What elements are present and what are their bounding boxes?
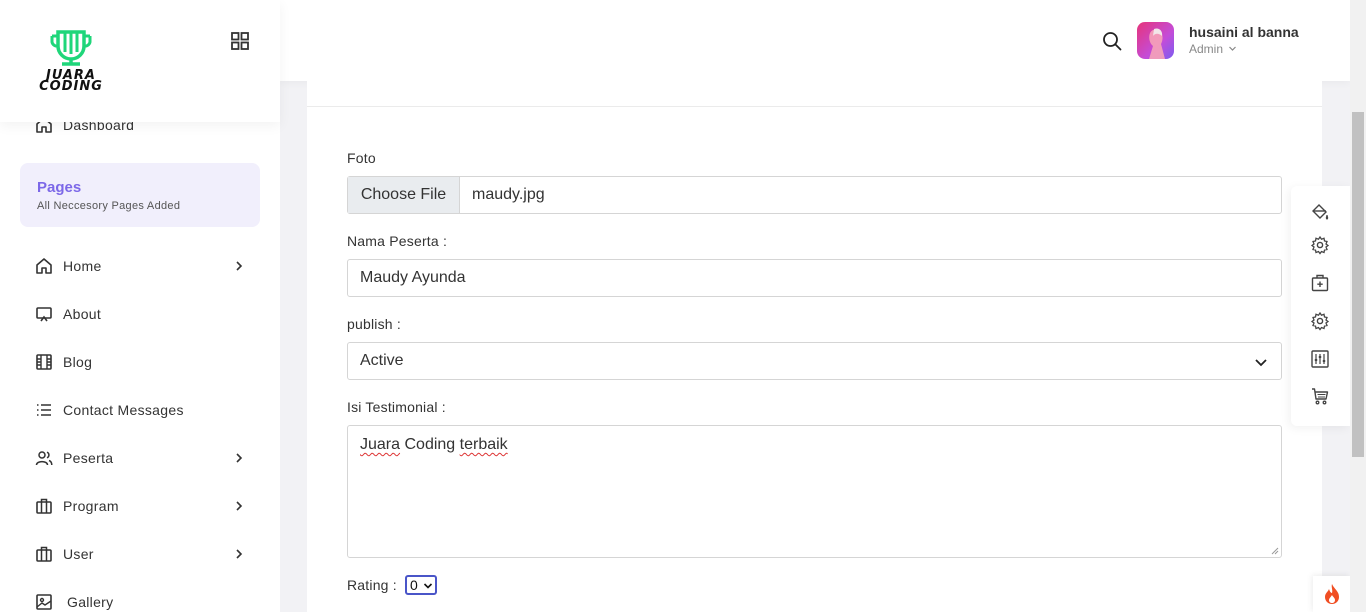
gear-icon[interactable] — [1310, 311, 1330, 331]
choose-file-button[interactable]: Choose File — [348, 177, 460, 213]
gear-icon[interactable] — [1310, 235, 1330, 255]
form-card: Foto Choose File maudy.jpg Nama Peserta … — [307, 81, 1322, 612]
chevron-down-icon — [423, 583, 433, 589]
sidebar-item-label: Home — [63, 258, 102, 274]
sidebar-item-gallery[interactable]: Gallery — [34, 590, 254, 612]
user-role-dropdown[interactable]: Admin — [1189, 42, 1237, 56]
fire-icon — [1324, 584, 1339, 604]
fire-button[interactable] — [1313, 576, 1350, 612]
isi-testimonial-label: Isi Testimonial : — [347, 399, 446, 415]
settings-tool-panel — [1291, 186, 1350, 426]
file-name: maudy.jpg — [472, 186, 545, 203]
sidebar-item-contact-messages[interactable]: Contact Messages — [34, 398, 254, 422]
logo-text: JUARA CODING — [34, 69, 108, 94]
image-icon — [34, 592, 54, 612]
sidebar-item-about[interactable]: About — [34, 302, 254, 326]
sliders-icon[interactable] — [1310, 349, 1330, 369]
briefcase-icon — [34, 544, 54, 564]
sidebar-item-blog[interactable]: Blog — [34, 350, 254, 374]
pages-title: Pages — [37, 179, 82, 196]
nama-peserta-label: Nama Peserta : — [347, 233, 448, 249]
avatar[interactable] — [1137, 22, 1174, 59]
rating-value: 0 — [410, 577, 418, 593]
pages-subtitle: All Neccesory Pages Added — [37, 200, 181, 212]
publish-value: Active — [360, 352, 404, 369]
chevron-right-icon — [236, 549, 243, 559]
logo-text-line2: CODING — [39, 79, 103, 94]
rating-select[interactable]: 0 — [405, 575, 437, 595]
paint-bucket-icon[interactable] — [1310, 202, 1330, 222]
user-name: husaini al banna — [1189, 24, 1299, 40]
chevron-right-icon — [236, 453, 243, 463]
list-icon — [34, 400, 54, 420]
sidebar-item-label: Peserta — [63, 450, 114, 466]
textarea-word: Juara — [360, 436, 401, 453]
briefcase-icon — [34, 496, 54, 516]
sidebar-item-program[interactable]: Program — [34, 494, 254, 518]
logo-area: JUARA CODING — [0, 0, 280, 122]
foto-label: Foto — [347, 150, 376, 166]
sidebar-item-label: Gallery — [67, 594, 114, 610]
foto-file-input[interactable]: Choose File maudy.jpg — [347, 176, 1282, 214]
sidebar-item-user[interactable]: User — [34, 542, 254, 566]
cart-icon[interactable] — [1310, 386, 1330, 406]
textarea-word: Coding — [404, 436, 456, 453]
sidebar: JUARA CODING Dashboard Pages All Necceso… — [0, 0, 280, 612]
rating-label: Rating : — [347, 577, 397, 593]
sidebar-item-home[interactable]: Home — [34, 254, 254, 278]
sidebar-item-label: User — [63, 546, 94, 562]
topbar: husaini al banna Admin — [280, 0, 1350, 81]
publish-label: publish : — [347, 316, 401, 332]
add-box-icon[interactable] — [1310, 273, 1330, 293]
publish-select[interactable]: Active — [347, 342, 1282, 380]
chevron-down-icon — [1229, 46, 1237, 51]
sidebar-item-label: About — [63, 306, 102, 322]
monitor-icon — [34, 304, 54, 324]
chevron-right-icon — [236, 501, 243, 511]
nama-peserta-input[interactable]: Maudy Ayunda — [347, 259, 1282, 297]
home-icon — [34, 256, 54, 276]
users-icon — [34, 448, 54, 468]
scrollbar-thumb[interactable] — [1352, 112, 1364, 457]
film-icon — [34, 352, 54, 372]
page-scrollbar[interactable] — [1350, 0, 1366, 612]
sidebar-item-label: Program — [63, 498, 119, 514]
chevron-right-icon — [236, 261, 243, 271]
pages-section: Pages All Neccesory Pages Added — [20, 163, 260, 227]
resize-handle-icon[interactable] — [1271, 547, 1279, 555]
chevron-down-icon — [1255, 359, 1267, 367]
sidebar-item-peserta[interactable]: Peserta — [34, 446, 254, 470]
textarea-word: terbaik — [459, 436, 508, 453]
search-icon[interactable] — [1102, 31, 1122, 51]
user-role-label: Admin — [1189, 42, 1224, 56]
isi-testimonial-textarea[interactable]: Juara Coding terbaik — [347, 425, 1282, 558]
grid-menu-icon[interactable] — [229, 30, 251, 52]
sidebar-item-label: Blog — [63, 354, 93, 370]
card-divider — [307, 106, 1322, 107]
sidebar-item-label: Contact Messages — [63, 402, 184, 418]
